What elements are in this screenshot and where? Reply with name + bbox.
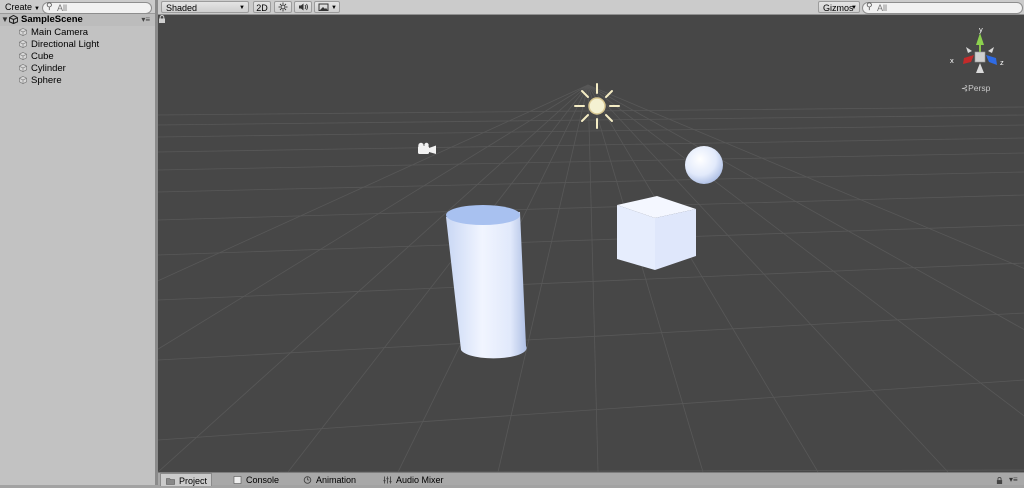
sun-icon [278, 2, 288, 12]
scene-search-placeholder: All [877, 3, 888, 13]
search-icon: ⚲ [46, 1, 53, 11]
tab-audio-mixer[interactable]: Audio Mixer [378, 473, 444, 486]
panel-menu-icon[interactable]: ▾≡ [1009, 473, 1018, 486]
scene-name: SampleScene [21, 14, 83, 25]
gizmo-axis-x[interactable] [963, 55, 974, 64]
console-icon [233, 476, 242, 484]
gameobject-cube-icon [19, 28, 27, 37]
dropdown-arrow-icon: ▼ [331, 5, 337, 11]
scene-audio-toggle[interactable] [294, 1, 312, 13]
scene-grid [158, 84, 1024, 472]
scene-canvas[interactable]: y x z [158, 15, 1024, 472]
search-icon: ⚲ [866, 1, 873, 11]
hierarchy-item-label: Cube [31, 51, 54, 62]
expand-triangle-icon[interactable]: ▼ [1, 15, 9, 24]
cylinder-object[interactable] [446, 205, 527, 359]
tab-project[interactable]: Project [160, 473, 212, 486]
gameobject-cube-icon [19, 40, 27, 49]
tab-console[interactable]: Console [228, 473, 279, 486]
folder-icon [166, 478, 175, 485]
animation-icon [303, 476, 312, 484]
scene-lighting-toggle[interactable] [274, 1, 292, 13]
scene-menu-icon[interactable]: ▾≡ [141, 14, 150, 26]
create-label: Create [5, 2, 33, 12]
2d-mode-toggle[interactable]: 2D [253, 1, 271, 13]
scene-search-input[interactable]: ⚲ All [862, 1, 1023, 14]
hierarchy-item-label: Directional Light [31, 39, 100, 50]
gizmo-label-x: x [950, 56, 954, 65]
scene-effects-dropdown[interactable]: ▼ [314, 1, 340, 13]
directional-light-gizmo[interactable] [574, 83, 620, 129]
gameobject-cube-icon [19, 64, 27, 73]
lock-icon[interactable] [158, 15, 166, 23]
hierarchy-item-main-camera[interactable]: Main Camera [19, 27, 88, 39]
dropdown-arrow-icon: ▼ [851, 5, 857, 11]
gizmo-label-z: z [1000, 58, 1004, 67]
scene-view[interactable]: y x z ⊰Persp [158, 15, 1024, 472]
unity-logo-icon [9, 15, 18, 24]
draw-mode-dropdown[interactable]: Shaded ▼ [161, 1, 249, 13]
draw-mode-label: Shaded [166, 3, 198, 13]
create-button[interactable]: Create ▼ [2, 1, 43, 13]
hierarchy-search-input[interactable]: ⚲ All [42, 1, 152, 14]
gizmo-axis-z[interactable] [986, 55, 997, 65]
gameobject-cube-icon [19, 52, 27, 61]
speaker-icon [299, 3, 308, 11]
gameobject-cube-icon [19, 76, 27, 85]
tab-label: Animation [316, 475, 357, 485]
projection-label: Persp [968, 83, 991, 93]
hierarchy-item-label: Sphere [31, 75, 62, 86]
2d-mode-label: 2D [256, 3, 268, 13]
scene-root-item[interactable]: ▼ SampleScene ▾≡ [0, 14, 155, 26]
hierarchy-item-sphere[interactable]: Sphere [19, 75, 62, 87]
dropdown-arrow-icon: ▼ [34, 6, 40, 12]
tab-label: Console [246, 475, 280, 485]
hierarchy-item-directional-light[interactable]: Directional Light [19, 39, 99, 51]
hierarchy-item-cylinder[interactable]: Cylinder [19, 63, 66, 75]
gizmos-dropdown[interactable]: Gizmos ▼ [818, 1, 860, 13]
hierarchy-item-cube[interactable]: Cube [19, 51, 54, 63]
cube-object[interactable] [617, 196, 696, 270]
gizmos-label: Gizmos [823, 3, 854, 13]
scene-toolbar: Shaded ▼ 2D ▼ Gizmos ▼ ⚲ All [158, 0, 1024, 15]
hierarchy-toolbar: Create ▼ ⚲ All [0, 0, 155, 14]
hierarchy-item-label: Main Camera [31, 27, 89, 38]
image-icon [318, 3, 329, 11]
projection-toggle[interactable]: ⊰Persp [961, 83, 990, 94]
orientation-gizmo[interactable]: y x z [950, 25, 1004, 73]
tab-label: Audio Mixer [396, 475, 444, 485]
sphere-object[interactable] [685, 146, 723, 184]
tab-animation[interactable]: Animation [298, 473, 356, 486]
hierarchy-panel: Create ▼ ⚲ All ▼ SampleScene ▾≡ Main Came… [0, 0, 155, 485]
dropdown-arrow-icon: ▼ [239, 5, 245, 11]
bottom-tab-bar: Project Console Animation Audio Mixer ▾≡ [158, 472, 1024, 486]
hierarchy-item-label: Cylinder [31, 63, 66, 74]
camera-gizmo-icon[interactable] [418, 142, 436, 154]
gizmo-label-y: y [979, 25, 983, 34]
audio-mixer-icon [383, 476, 392, 484]
lock-icon[interactable] [996, 477, 1003, 484]
hierarchy-search-placeholder: All [57, 3, 68, 13]
